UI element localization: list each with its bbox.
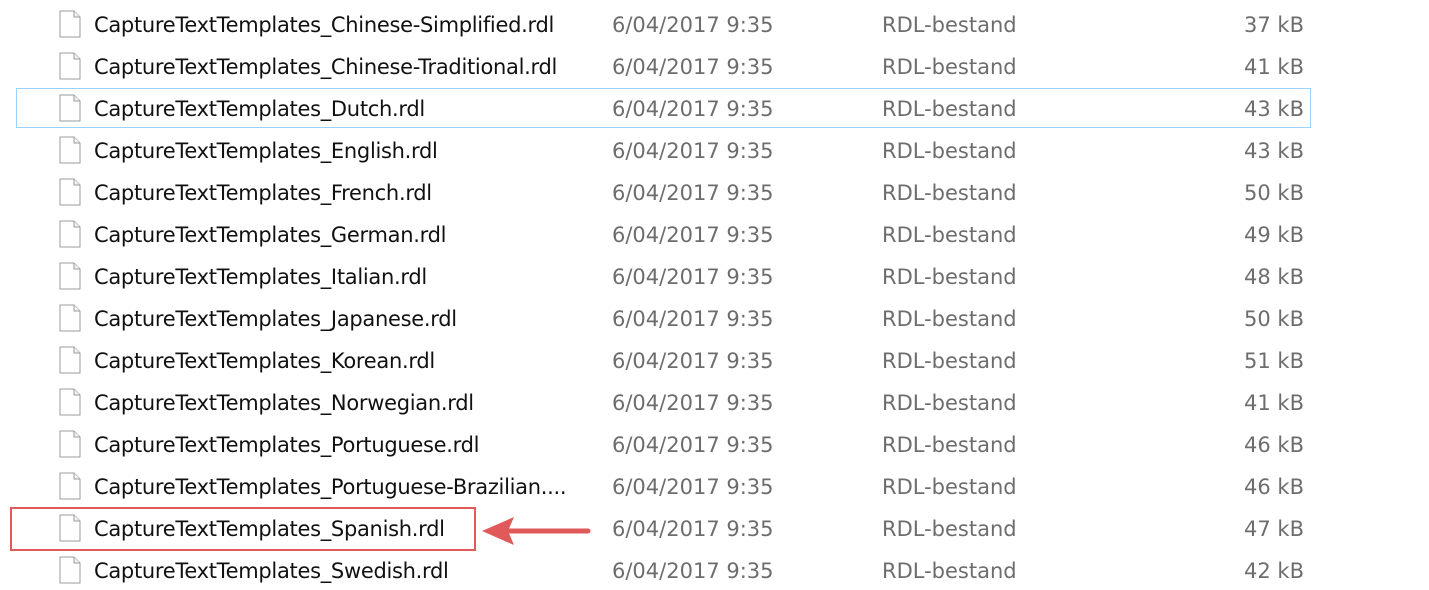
file-size: 43 kB (1244, 139, 1304, 163)
file-name: CaptureTextTemplates_German.rdl (94, 223, 447, 247)
file-name: CaptureTextTemplates_Korean.rdl (94, 349, 435, 373)
file-type: RDL-bestand (882, 55, 1017, 79)
file-date-modified: 6/04/2017 9:35 (612, 181, 774, 205)
file-name: CaptureTextTemplates_Swedish.rdl (94, 559, 449, 583)
file-row[interactable]: CaptureTextTemplates_English.rdl 6/04/201… (16, 130, 1311, 170)
file-size: 46 kB (1244, 433, 1304, 457)
file-row[interactable]: CaptureTextTemplates_Chinese-Traditional… (16, 46, 1311, 86)
file-name: CaptureTextTemplates_Portuguese.rdl (94, 433, 480, 457)
file-name: CaptureTextTemplates_Chinese-Simplified.… (94, 13, 555, 37)
file-date-modified: 6/04/2017 9:35 (612, 433, 774, 457)
file-type: RDL-bestand (882, 13, 1017, 37)
file-size: 46 kB (1244, 475, 1304, 499)
file-row[interactable]: CaptureTextTemplates_Spanish.rdl 6/04/201… (16, 508, 1311, 548)
file-date-modified: 6/04/2017 9:35 (612, 265, 774, 289)
file-row[interactable]: CaptureTextTemplates_Portuguese.rdl 6/04/… (16, 424, 1311, 464)
document-icon (59, 472, 81, 500)
file-row[interactable]: CaptureTextTemplates_German.rdl 6/04/2017… (16, 214, 1311, 254)
file-date-modified: 6/04/2017 9:35 (612, 559, 774, 583)
file-row[interactable]: CaptureTextTemplates_Dutch.rdl 6/04/2017 … (16, 88, 1311, 128)
annotation-arrow-icon (482, 517, 591, 545)
file-row[interactable]: CaptureTextTemplates_Italian.rdl 6/04/201… (16, 256, 1311, 296)
file-type: RDL-bestand (882, 307, 1017, 331)
file-date-modified: 6/04/2017 9:35 (612, 517, 774, 541)
file-type: RDL-bestand (882, 181, 1017, 205)
file-row[interactable]: CaptureTextTemplates_Norwegian.rdl 6/04/2… (16, 382, 1311, 422)
file-type: RDL-bestand (882, 349, 1017, 373)
file-date-modified: 6/04/2017 9:35 (612, 139, 774, 163)
file-size: 41 kB (1244, 55, 1304, 79)
document-icon (59, 556, 81, 584)
document-icon (59, 262, 81, 290)
file-name: CaptureTextTemplates_Norwegian.rdl (94, 391, 474, 415)
file-name: CaptureTextTemplates_French.rdl (94, 181, 432, 205)
file-type: RDL-bestand (882, 391, 1017, 415)
document-icon (59, 220, 81, 248)
document-icon (59, 178, 81, 206)
file-type: RDL-bestand (882, 223, 1017, 247)
file-date-modified: 6/04/2017 9:35 (612, 97, 774, 121)
file-name: CaptureTextTemplates_Chinese-Traditional… (94, 55, 558, 79)
file-size: 41 kB (1244, 391, 1304, 415)
file-size: 47 kB (1244, 517, 1304, 541)
file-size: 49 kB (1244, 223, 1304, 247)
file-type: RDL-bestand (882, 97, 1017, 121)
file-row[interactable]: CaptureTextTemplates_French.rdl 6/04/2017… (16, 172, 1311, 212)
file-type: RDL-bestand (882, 559, 1017, 583)
document-icon (59, 430, 81, 458)
file-date-modified: 6/04/2017 9:35 (612, 55, 774, 79)
file-size: 51 kB (1244, 349, 1304, 373)
file-date-modified: 6/04/2017 9:35 (612, 349, 774, 373)
document-icon (59, 514, 81, 542)
file-name: CaptureTextTemplates_Dutch.rdl (94, 97, 425, 121)
file-type: RDL-bestand (882, 517, 1017, 541)
document-icon (59, 10, 81, 38)
file-row[interactable]: CaptureTextTemplates_Korean.rdl 6/04/2017… (16, 340, 1311, 380)
file-name: CaptureTextTemplates_Japanese.rdl (94, 307, 457, 331)
file-date-modified: 6/04/2017 9:35 (612, 391, 774, 415)
document-icon (59, 304, 81, 332)
file-size: 48 kB (1244, 265, 1304, 289)
file-name: CaptureTextTemplates_English.rdl (94, 139, 438, 163)
file-row[interactable]: CaptureTextTemplates_Chinese-Simplified.… (16, 4, 1311, 44)
file-date-modified: 6/04/2017 9:35 (612, 475, 774, 499)
file-size: 50 kB (1244, 307, 1304, 331)
document-icon (59, 52, 81, 80)
file-size: 50 kB (1244, 181, 1304, 205)
file-size: 42 kB (1244, 559, 1304, 583)
file-type: RDL-bestand (882, 433, 1017, 457)
document-icon (59, 346, 81, 374)
file-size: 37 kB (1244, 13, 1304, 37)
file-name: CaptureTextTemplates_Portuguese-Brazilia… (94, 475, 567, 499)
file-date-modified: 6/04/2017 9:35 (612, 13, 774, 37)
file-list: CaptureTextTemplates_Swedish.rdl 6/04/201… (0, 0, 1429, 590)
file-name: CaptureTextTemplates_Italian.rdl (94, 265, 427, 289)
document-icon (59, 388, 81, 416)
file-date-modified: 6/04/2017 9:35 (612, 223, 774, 247)
document-icon (59, 136, 81, 164)
file-type: RDL-bestand (882, 265, 1017, 289)
file-type: RDL-bestand (882, 139, 1017, 163)
file-row[interactable]: CaptureTextTemplates_Japanese.rdl 6/04/20… (16, 298, 1311, 338)
file-row[interactable]: CaptureTextTemplates_Swedish.rdl 6/04/201… (16, 550, 1311, 590)
file-date-modified: 6/04/2017 9:35 (612, 307, 774, 331)
file-size: 43 kB (1244, 97, 1304, 121)
document-icon (59, 94, 81, 122)
file-row[interactable]: CaptureTextTemplates_Portuguese-Brazilia… (16, 466, 1311, 506)
file-type: RDL-bestand (882, 475, 1017, 499)
